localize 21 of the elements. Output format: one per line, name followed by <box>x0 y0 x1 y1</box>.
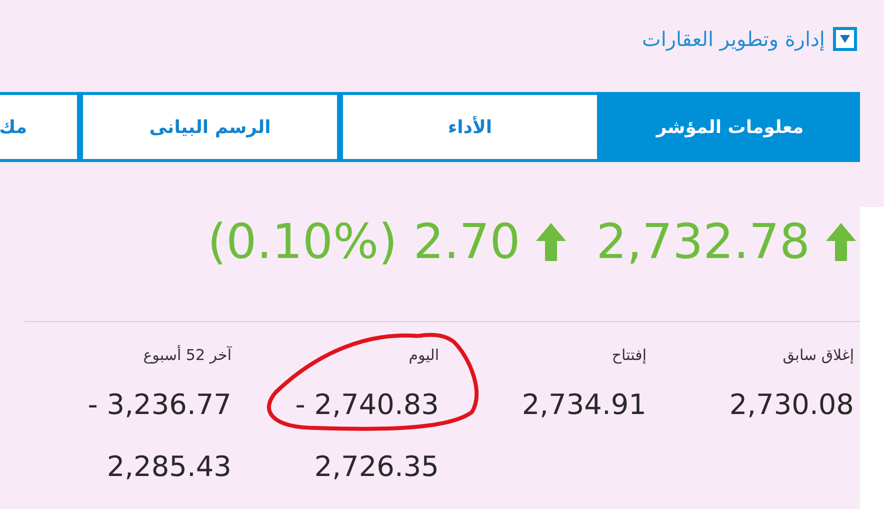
change-value: 2.70 <box>413 212 520 272</box>
stat-label: إغلاق سابق <box>782 345 854 366</box>
section-title: إدارة وتطوير العقارات <box>642 26 825 53</box>
tab[interactable]: مك <box>0 92 80 162</box>
stat-label: إفتتاح <box>610 345 646 366</box>
index-value: 2,732.78 <box>596 212 810 272</box>
tab[interactable]: الأداء <box>340 92 600 162</box>
dropdown-toggle[interactable] <box>833 26 857 50</box>
change-percent: (0.10%) <box>207 212 398 272</box>
stat-value: 2,285.43 <box>106 449 232 485</box>
stat-value: - 3,236.77 <box>86 387 232 423</box>
stat-value: - 2,740.83 <box>294 387 439 423</box>
stat-value: 2,730.08 <box>728 387 854 423</box>
stat-value: 2,734.91 <box>520 387 646 423</box>
stat-label: آخر 52 أسبوع <box>142 344 232 366</box>
stat-value: 2,726.35 <box>313 449 439 485</box>
up-arrow-icon <box>826 222 856 260</box>
up-arrow-icon <box>536 222 566 260</box>
tab[interactable]: الرسم البيانى <box>80 92 340 162</box>
tab[interactable]: معلومات المؤشر <box>600 92 860 162</box>
stat-label: اليوم <box>408 345 439 366</box>
